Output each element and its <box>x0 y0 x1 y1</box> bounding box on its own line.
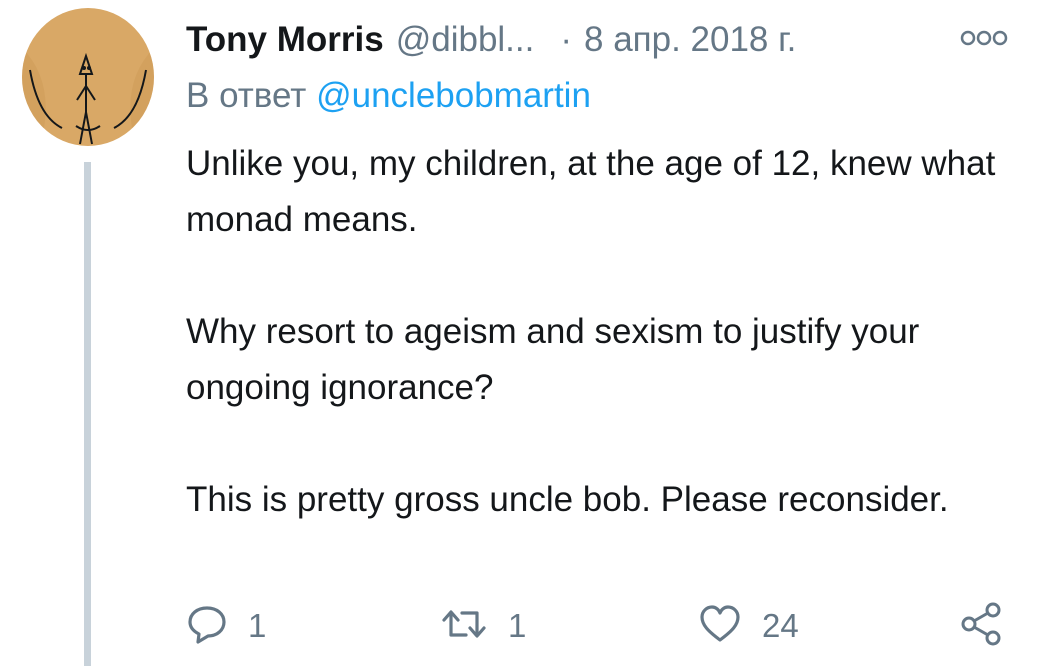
heart-icon[interactable] <box>698 603 742 650</box>
like-button[interactable]: 24 <box>698 598 799 654</box>
share-icon[interactable] <box>958 601 1004 652</box>
tweet[interactable]: Tony Morris @dibbl... · 8 апр. 2018 г. В… <box>0 0 1052 666</box>
avatar-image <box>22 8 154 146</box>
reply-button[interactable]: 1 <box>186 598 266 654</box>
reply-icon[interactable] <box>186 603 228 650</box>
share-button[interactable] <box>958 598 1004 654</box>
retweet-count: 1 <box>508 607 527 644</box>
tweet-date[interactable]: 8 апр. 2018 г. <box>584 20 796 60</box>
tweet-paragraph: This is pretty gross uncle bob. Please r… <box>186 480 949 519</box>
header-separator: · <box>560 20 573 59</box>
thread-line <box>84 162 91 666</box>
tweet-paragraph: Why resort to ageism and sexism to justi… <box>186 312 920 407</box>
retweet-icon[interactable] <box>440 603 488 650</box>
author-display-name[interactable]: Tony Morris <box>186 20 384 60</box>
tweet-paragraph: Unlike you, my children, at the age of 1… <box>186 144 996 239</box>
tweet-header: Tony Morris @dibbl... · 8 апр. 2018 г. <box>186 12 1036 68</box>
reply-mention-link[interactable]: @unclebobmartin <box>316 76 591 115</box>
tweet-text: Unlike you, my children, at the age of 1… <box>186 136 1026 528</box>
avatar[interactable] <box>22 8 154 146</box>
more-options-icon[interactable] <box>960 30 1008 46</box>
reply-count: 1 <box>248 607 267 644</box>
author-handle[interactable]: @dibbl... <box>396 20 535 60</box>
reply-context: В ответ @unclebobmartin <box>186 76 591 116</box>
retweet-button[interactable]: 1 <box>440 598 526 654</box>
tweet-actions: 1 1 24 <box>186 598 1026 654</box>
like-count: 24 <box>762 607 799 644</box>
reply-prefix: В ответ <box>186 76 307 115</box>
